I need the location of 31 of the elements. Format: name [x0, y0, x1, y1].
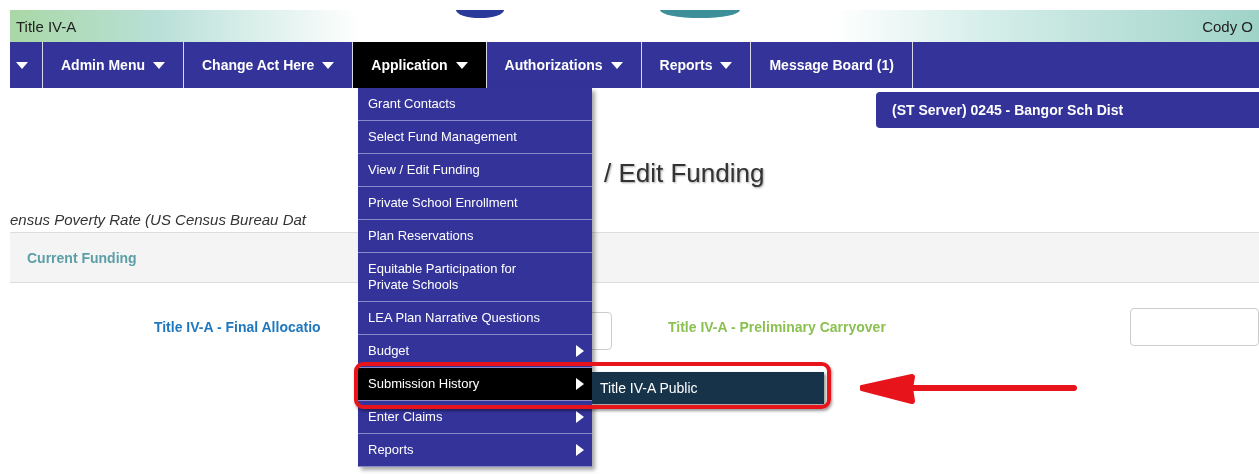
menu-item[interactable]: Select Fund Management: [358, 121, 592, 154]
app-title: Title IV-A: [15, 17, 78, 35]
submenu-arrow-icon: [576, 411, 584, 423]
menu-item[interactable]: Submission History: [358, 368, 592, 401]
submenu-arrow-icon: [576, 345, 584, 357]
submenu-arrow-icon: [576, 444, 584, 456]
nav-item[interactable]: Application: [353, 42, 487, 88]
menu-item[interactable]: Reports: [358, 434, 592, 467]
menu-item[interactable]: Plan Reservations: [358, 220, 592, 253]
page-title: / Edit Funding: [604, 158, 766, 189]
caret-icon: [16, 61, 28, 69]
menu-item[interactable]: View / Edit Funding: [358, 154, 592, 187]
census-text: ensus Poverty Rate (US Census Bureau Dat: [10, 211, 308, 228]
menu-item[interactable]: LEA Plan Narrative Questions: [358, 302, 592, 335]
caret-icon: [455, 61, 468, 69]
menu-item[interactable]: Grant Contacts: [358, 88, 592, 121]
menu-item[interactable]: Private School Enrollment: [358, 187, 592, 220]
allocation-label: Title IV-A - Final Allocatio: [153, 319, 321, 335]
caret-icon: [153, 61, 165, 69]
caret-icon: [322, 61, 335, 69]
carryover-field[interactable]: [1129, 308, 1259, 346]
caret-icon: [720, 61, 733, 69]
caret-icon: [610, 61, 623, 69]
submenu-item[interactable]: Title IV-A Public: [592, 372, 824, 404]
server-badge: (ST Server) 0245 - Bangor Sch Dist: [876, 92, 1259, 128]
user-name: Cody O: [1201, 17, 1254, 35]
submenu-arrow-icon: [576, 378, 584, 390]
logo-drawing: [456, 10, 504, 18]
carryover-label: Title IV-A - Preliminary Carryover: [667, 319, 886, 335]
section-title: Current Funding: [27, 249, 137, 266]
menu-item[interactable]: Equitable Participation for Private Schools: [358, 253, 592, 302]
